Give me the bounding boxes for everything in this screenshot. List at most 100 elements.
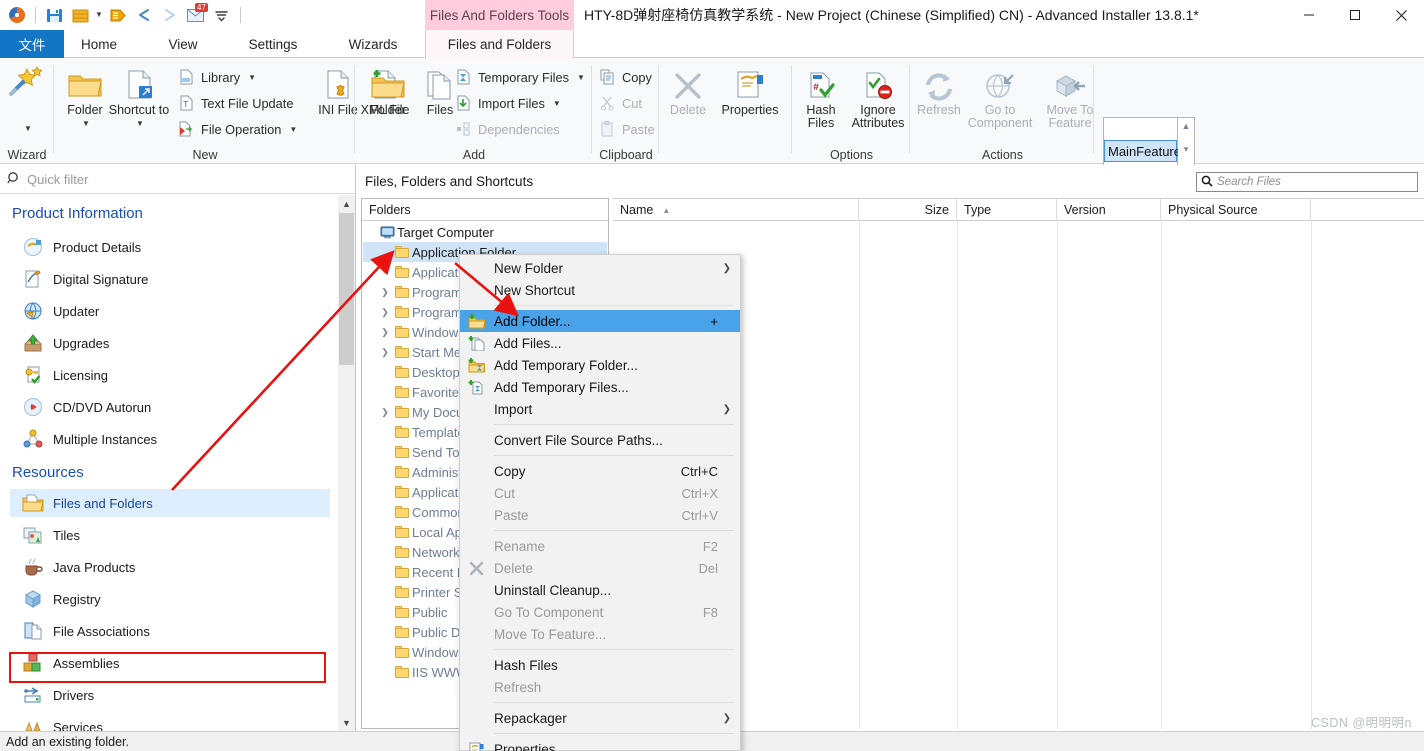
- sidebar-item-registry[interactable]: Registry: [10, 585, 330, 613]
- menu-item-hash-files[interactable]: Hash Files: [460, 654, 740, 676]
- window-controls[interactable]: [1286, 0, 1424, 30]
- quick-filter-input[interactable]: Quick filter: [0, 165, 356, 194]
- sidebar-item-product-details[interactable]: Product Details: [10, 233, 330, 261]
- file-operation-dropdown-icon[interactable]: ▼: [289, 125, 297, 134]
- scroll-up-icon[interactable]: ▲: [338, 195, 355, 212]
- tree-row[interactable]: Target Computer: [363, 222, 607, 242]
- column-header[interactable]: Type: [957, 199, 1057, 221]
- sidebar-item-updater[interactable]: Updater: [10, 297, 330, 325]
- menu-item-properties[interactable]: Properties...: [460, 738, 740, 751]
- sidebar-item-multiple-instances[interactable]: Multiple Instances: [10, 425, 330, 453]
- column-divider: [957, 221, 958, 729]
- menu-item-add-temporary-folder[interactable]: Add Temporary Folder...: [460, 354, 740, 376]
- menu-file[interactable]: 文件: [0, 30, 64, 58]
- sidebar-item-file-associations[interactable]: File Associations: [10, 617, 330, 645]
- scroll-thumb-icon[interactable]: ▾: [1184, 144, 1189, 155]
- column-header[interactable]: Size: [859, 199, 957, 221]
- column-header[interactable]: Physical Source: [1161, 199, 1311, 221]
- chevron-right-icon[interactable]: ❯: [378, 307, 392, 318]
- sidebar-item-tiles[interactable]: Tiles: [10, 521, 330, 549]
- import-files-dropdown-icon[interactable]: ▼: [553, 99, 561, 108]
- run-icon[interactable]: [107, 4, 129, 26]
- back-icon[interactable]: [133, 4, 155, 26]
- minimize-button[interactable]: [1286, 0, 1332, 30]
- chevron-right-icon[interactable]: ❯: [723, 263, 731, 274]
- import-files-button[interactable]: Import Files ▼: [454, 90, 561, 116]
- text-file-update-button[interactable]: T Text File Update: [177, 90, 293, 116]
- feature-selected-item[interactable]: MainFeature: [1104, 140, 1181, 162]
- notifications-icon[interactable]: 47: [185, 3, 208, 26]
- menu-item-copy[interactable]: Copy Ctrl+C: [460, 460, 740, 482]
- library-button[interactable]: Library ▼: [177, 64, 256, 90]
- menu-item-uninstall-cleanup[interactable]: Uninstall Cleanup...: [460, 579, 740, 601]
- folder-icon: [392, 306, 412, 318]
- build-icon[interactable]: [69, 4, 91, 26]
- library-dropdown-icon[interactable]: ▼: [248, 73, 256, 82]
- add-folder-ribbon-button[interactable]: Folder: [360, 63, 416, 141]
- sidebar-item-cd-dvd-autorun[interactable]: CD/DVD Autorun: [10, 393, 330, 421]
- file-list-header[interactable]: Name ▲ Size Type Version Physical Source: [613, 198, 1424, 221]
- wizard-button[interactable]: ▼: [0, 63, 55, 141]
- scroll-up-icon[interactable]: ▲: [1182, 121, 1191, 131]
- copy-label: Copy: [622, 69, 652, 85]
- close-button[interactable]: [1378, 0, 1424, 30]
- chevron-right-icon[interactable]: ❯: [723, 713, 731, 724]
- copy-button[interactable]: Copy: [598, 64, 652, 90]
- sidebar-item-assemblies[interactable]: Assemblies: [10, 649, 330, 677]
- new-shortcut-button[interactable]: Shortcut to ▼: [108, 63, 170, 141]
- menu-item-home[interactable]: Home: [64, 30, 134, 58]
- tab-files-and-folders[interactable]: Files and Folders: [425, 30, 574, 59]
- chevron-right-icon[interactable]: ❯: [378, 327, 392, 338]
- menu-item-add-temporary-files[interactable]: Add Temporary Files...: [460, 376, 740, 398]
- ignore-attributes-button[interactable]: Ignore Attributes: [841, 63, 915, 141]
- folder-icon: [392, 346, 412, 358]
- forward-icon: [159, 4, 181, 26]
- sidebar-item-drivers[interactable]: Drivers: [10, 681, 330, 709]
- folders-column-header[interactable]: Folders: [362, 199, 608, 221]
- sidebar-item-digital-signature[interactable]: Digital Signature: [10, 265, 330, 293]
- chevron-right-icon[interactable]: ❯: [378, 287, 392, 298]
- folder-context-menu[interactable]: New Folder ❯ New Shortcut Add Folder... + Add…: [459, 254, 741, 751]
- save-icon[interactable]: [43, 4, 65, 26]
- new-folder-button[interactable]: Folder ▼: [57, 63, 113, 141]
- temporary-files-dropdown-icon[interactable]: ▼: [577, 73, 585, 82]
- maximize-button[interactable]: [1332, 0, 1378, 30]
- java-products-icon: [22, 556, 44, 578]
- app-logo-icon[interactable]: [6, 4, 28, 26]
- menu-item-wizards[interactable]: Wizards: [333, 30, 413, 58]
- ignore-attributes-label: Ignore Attributes: [851, 103, 905, 130]
- wizard-dropdown-icon[interactable]: ▼: [24, 122, 32, 135]
- build-dropdown-icon[interactable]: ▼: [95, 11, 103, 19]
- menu-item-new-shortcut[interactable]: New Shortcut: [460, 279, 740, 301]
- search-files-input[interactable]: Search Files: [1196, 172, 1418, 192]
- sidebar-item-files-and-folders[interactable]: Files and Folders: [10, 489, 330, 517]
- menu-item-import[interactable]: Import ❯: [460, 398, 740, 420]
- scrollbar-thumb[interactable]: [339, 213, 354, 365]
- menu-item-view[interactable]: View: [148, 30, 218, 58]
- delete-ribbon-label: Delete: [669, 103, 707, 117]
- menu-item-add-folder[interactable]: Add Folder... +: [460, 310, 740, 332]
- new-shortcut-dropdown-icon[interactable]: ▼: [136, 117, 144, 130]
- column-header[interactable]: Version: [1057, 199, 1161, 221]
- scroll-down-icon[interactable]: ▼: [338, 714, 355, 731]
- sidebar-item-upgrades[interactable]: Upgrades: [10, 329, 330, 357]
- menu-item-add-files[interactable]: Add Files...: [460, 332, 740, 354]
- chevron-right-icon[interactable]: ❯: [723, 404, 731, 415]
- chevron-right-icon[interactable]: ❯: [378, 347, 392, 358]
- menu-item-repackager[interactable]: Repackager ❯: [460, 707, 740, 729]
- quick-access-toolbar[interactable]: ▼ 47: [6, 3, 244, 27]
- new-folder-dropdown-icon[interactable]: ▼: [82, 117, 90, 130]
- column-header[interactable]: Name ▲: [613, 199, 859, 221]
- menu-item-new-folder[interactable]: New Folder ❯: [460, 257, 740, 279]
- sidebar-scrollbar[interactable]: ▲ ▼: [338, 195, 355, 731]
- menu-item-convert-file-source-paths[interactable]: Convert File Source Paths...: [460, 429, 740, 451]
- menu-item-settings[interactable]: Settings: [233, 30, 313, 58]
- temporary-files-button[interactable]: Temporary Files ▼: [454, 64, 585, 90]
- sidebar-item-java-products[interactable]: Java Products: [10, 553, 330, 581]
- sidebar-item-licensing[interactable]: Licensing: [10, 361, 330, 389]
- properties-ribbon-button[interactable]: Properties: [710, 63, 790, 141]
- chevron-right-icon[interactable]: ❯: [378, 407, 392, 418]
- file-operation-button[interactable]: File Operation ▼: [177, 116, 297, 142]
- customize-qat-icon[interactable]: [211, 4, 233, 26]
- group-separator: [909, 65, 910, 153]
